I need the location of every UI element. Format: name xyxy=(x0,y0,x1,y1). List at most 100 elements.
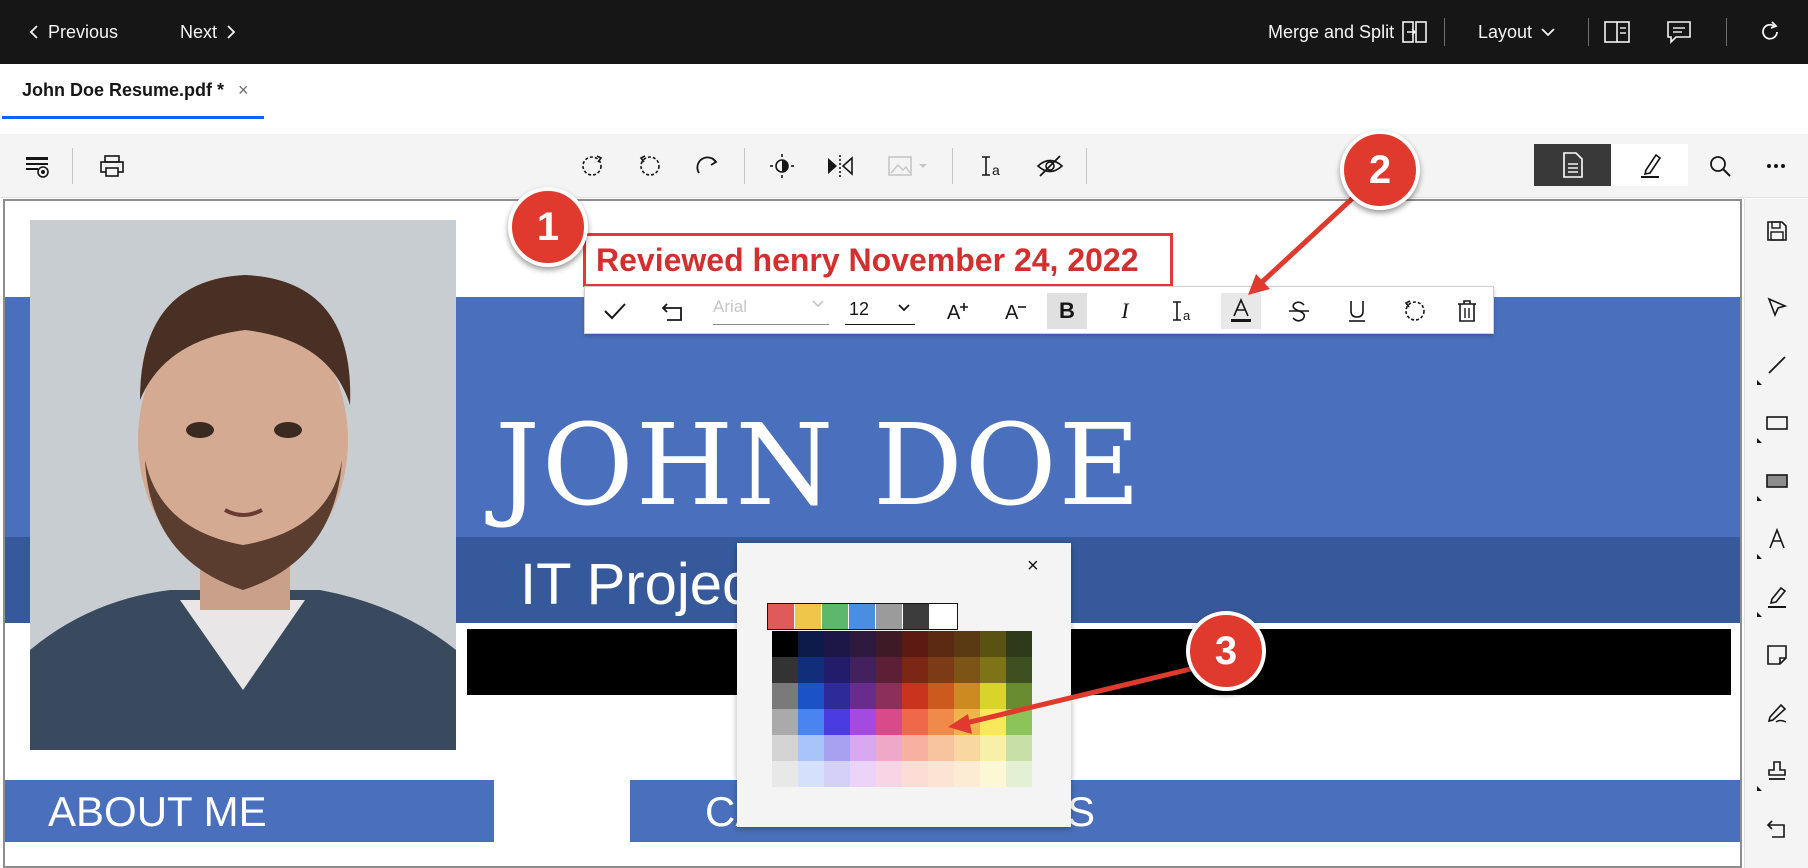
color-swatch[interactable] xyxy=(954,683,980,709)
overflow-menu-button[interactable] xyxy=(1758,148,1794,184)
note-tool-button[interactable] xyxy=(1755,633,1799,677)
rotate-counterclockwise-button[interactable] xyxy=(632,148,668,184)
select-tool-button[interactable] xyxy=(1755,285,1799,329)
color-swatch[interactable] xyxy=(928,709,954,735)
recent-color-swatch[interactable] xyxy=(930,604,957,629)
contrast-button[interactable] xyxy=(764,148,800,184)
image-options-button[interactable] xyxy=(884,148,934,184)
view-mode-button[interactable] xyxy=(1534,144,1611,186)
color-swatch[interactable] xyxy=(824,709,850,735)
refresh-button[interactable] xyxy=(1758,0,1782,64)
recent-color-swatch[interactable] xyxy=(849,604,876,629)
color-swatch[interactable] xyxy=(798,683,824,709)
decrease-font-button[interactable]: A xyxy=(997,293,1037,329)
color-swatch[interactable] xyxy=(772,683,798,709)
save-button[interactable] xyxy=(1755,209,1799,253)
color-swatch[interactable] xyxy=(824,683,850,709)
color-swatch[interactable] xyxy=(850,761,876,787)
color-swatch[interactable] xyxy=(798,709,824,735)
color-swatch[interactable] xyxy=(850,709,876,735)
previous-button[interactable]: Previous xyxy=(28,0,118,64)
color-swatch[interactable] xyxy=(876,761,902,787)
color-swatch[interactable] xyxy=(980,709,1006,735)
confirm-button[interactable] xyxy=(595,293,635,329)
color-swatch[interactable] xyxy=(1006,683,1032,709)
filled-rectangle-tool-button[interactable] xyxy=(1755,459,1799,503)
color-swatch[interactable] xyxy=(928,735,954,761)
hide-annotations-button[interactable] xyxy=(1032,148,1068,184)
color-swatch[interactable] xyxy=(798,735,824,761)
recent-color-swatch[interactable] xyxy=(795,604,822,629)
color-swatch[interactable] xyxy=(980,761,1006,787)
color-swatch[interactable] xyxy=(772,761,798,787)
stamp-tool-button[interactable] xyxy=(1755,749,1799,793)
color-swatch[interactable] xyxy=(954,709,980,735)
color-swatch[interactable] xyxy=(1006,761,1032,787)
color-swatch[interactable] xyxy=(850,631,876,657)
recent-color-swatch[interactable] xyxy=(768,604,795,629)
color-swatch[interactable] xyxy=(798,761,824,787)
color-swatch[interactable] xyxy=(772,709,798,735)
print-button[interactable] xyxy=(94,148,130,184)
color-swatch[interactable] xyxy=(798,657,824,683)
view-settings-button[interactable] xyxy=(20,148,56,184)
color-swatch[interactable] xyxy=(954,735,980,761)
color-swatch[interactable] xyxy=(876,735,902,761)
font-size-select[interactable]: 12 xyxy=(845,293,915,325)
color-swatch[interactable] xyxy=(1006,709,1032,735)
color-swatch[interactable] xyxy=(902,735,928,761)
color-swatch[interactable] xyxy=(928,761,954,787)
merge-split-button[interactable]: Merge and Split xyxy=(1268,0,1428,64)
color-swatch[interactable] xyxy=(772,631,798,657)
comments-button[interactable] xyxy=(1666,0,1692,64)
bold-button[interactable]: B xyxy=(1047,293,1087,329)
color-swatch[interactable] xyxy=(772,735,798,761)
color-swatch[interactable] xyxy=(902,631,928,657)
annotate-mode-button[interactable] xyxy=(1611,144,1688,186)
text-color-button[interactable] xyxy=(1221,293,1261,329)
color-swatch[interactable] xyxy=(876,631,902,657)
color-swatch[interactable] xyxy=(876,683,902,709)
color-swatch[interactable] xyxy=(824,735,850,761)
increase-font-button[interactable]: A xyxy=(939,293,979,329)
search-button[interactable] xyxy=(1702,148,1738,184)
text-annotation[interactable]: Reviewed henry November 24, 2022 xyxy=(583,233,1173,287)
color-swatch[interactable] xyxy=(980,657,1006,683)
text-tool-button[interactable] xyxy=(1755,517,1799,561)
color-swatch[interactable] xyxy=(850,657,876,683)
recent-color-swatch[interactable] xyxy=(903,604,930,629)
color-swatch[interactable] xyxy=(980,683,1006,709)
recent-color-swatch[interactable] xyxy=(822,604,849,629)
color-swatch[interactable] xyxy=(928,683,954,709)
color-swatch[interactable] xyxy=(772,657,798,683)
font-family-select[interactable]: Arial xyxy=(713,293,829,325)
rotate-clockwise-button[interactable] xyxy=(690,148,726,184)
tab-document[interactable]: John Doe Resume.pdf * × xyxy=(2,64,264,119)
rectangle-tool-button[interactable] xyxy=(1755,401,1799,445)
color-swatch[interactable] xyxy=(824,657,850,683)
color-swatch[interactable] xyxy=(928,657,954,683)
color-swatch[interactable] xyxy=(954,657,980,683)
underline-button[interactable] xyxy=(1337,293,1377,329)
color-swatch[interactable] xyxy=(902,683,928,709)
color-swatch[interactable] xyxy=(850,683,876,709)
next-button[interactable]: Next xyxy=(180,0,237,64)
undo-button[interactable] xyxy=(653,293,693,329)
strikethrough-button[interactable] xyxy=(1279,293,1319,329)
color-swatch[interactable] xyxy=(798,631,824,657)
color-swatch[interactable] xyxy=(1006,631,1032,657)
color-swatch[interactable] xyxy=(824,761,850,787)
text-selection-button[interactable]: a xyxy=(974,148,1010,184)
color-swatch[interactable] xyxy=(980,735,1006,761)
freehand-tool-button[interactable] xyxy=(1755,691,1799,735)
italic-button[interactable]: I xyxy=(1105,293,1145,329)
layout-dropdown[interactable]: Layout xyxy=(1478,0,1556,64)
color-swatch[interactable] xyxy=(980,631,1006,657)
color-swatch[interactable] xyxy=(876,709,902,735)
flip-button[interactable] xyxy=(822,148,858,184)
color-swatch[interactable] xyxy=(1006,657,1032,683)
color-swatch[interactable] xyxy=(850,735,876,761)
color-swatch[interactable] xyxy=(902,709,928,735)
color-swatch[interactable] xyxy=(928,631,954,657)
close-icon[interactable]: × xyxy=(1027,555,1039,578)
